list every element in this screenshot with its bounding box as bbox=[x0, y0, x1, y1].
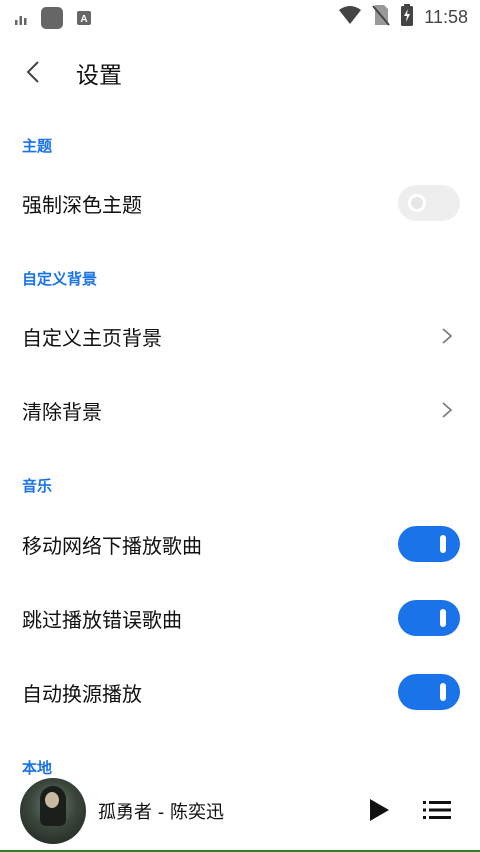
app-header: 设置 bbox=[0, 44, 480, 100]
section-title-background: 自定义背景 bbox=[22, 270, 98, 288]
auto-switch-source-toggle[interactable] bbox=[398, 674, 460, 710]
app-notification-icon bbox=[40, 6, 64, 34]
battery-charging-icon bbox=[400, 4, 414, 30]
toggle-knob-on bbox=[440, 535, 446, 553]
setting-label: 强制深色主题 bbox=[22, 193, 142, 217]
skip-error-songs-toggle[interactable] bbox=[398, 600, 460, 636]
toggle-knob-off bbox=[408, 194, 426, 212]
mobile-network-play-toggle[interactable] bbox=[398, 526, 460, 562]
chevron-right-icon bbox=[440, 326, 454, 346]
setting-row-dark-theme[interactable]: 强制深色主题 bbox=[0, 173, 480, 233]
setting-label: 自定义主页背景 bbox=[22, 326, 162, 350]
section-title-theme: 主题 bbox=[22, 137, 53, 155]
setting-label: 移动网络下播放歌曲 bbox=[22, 534, 202, 558]
setting-row-clear-background[interactable]: 清除背景 bbox=[0, 380, 480, 440]
page-title: 设置 bbox=[76, 63, 122, 89]
dark-theme-toggle[interactable] bbox=[398, 185, 460, 221]
setting-label: 清除背景 bbox=[22, 400, 102, 424]
setting-label: 自动换源播放 bbox=[22, 682, 142, 706]
status-time: 11:58 bbox=[424, 6, 468, 27]
no-sim-icon bbox=[372, 4, 391, 30]
status-bar: A 11:58 bbox=[0, 0, 480, 34]
toggle-knob-on bbox=[440, 683, 446, 701]
section-title-music: 音乐 bbox=[22, 477, 53, 495]
toggle-knob-on bbox=[440, 609, 446, 627]
cover-face bbox=[45, 792, 59, 808]
setting-row-custom-home-background[interactable]: 自定义主页背景 bbox=[0, 306, 480, 366]
playlist-icon[interactable] bbox=[422, 798, 452, 822]
back-arrow-icon[interactable] bbox=[20, 56, 52, 88]
chevron-right-icon bbox=[440, 400, 454, 420]
wifi-icon bbox=[338, 5, 362, 29]
mini-player[interactable]: 孤勇者 - 陈奕迅 bbox=[0, 770, 480, 852]
album-cover[interactable] bbox=[20, 778, 86, 844]
setting-row-skip-error-songs[interactable]: 跳过播放错误歌曲 bbox=[0, 588, 480, 648]
svg-text:A: A bbox=[80, 14, 87, 25]
now-playing-title: 孤勇者 - 陈奕迅 bbox=[98, 802, 224, 823]
font-notification-icon: A bbox=[76, 10, 92, 30]
setting-row-auto-switch-source[interactable]: 自动换源播放 bbox=[0, 662, 480, 722]
signal-bars-icon bbox=[14, 11, 28, 30]
setting-row-mobile-network-play[interactable]: 移动网络下播放歌曲 bbox=[0, 514, 480, 574]
setting-label: 跳过播放错误歌曲 bbox=[22, 608, 182, 632]
play-icon[interactable] bbox=[366, 796, 392, 824]
